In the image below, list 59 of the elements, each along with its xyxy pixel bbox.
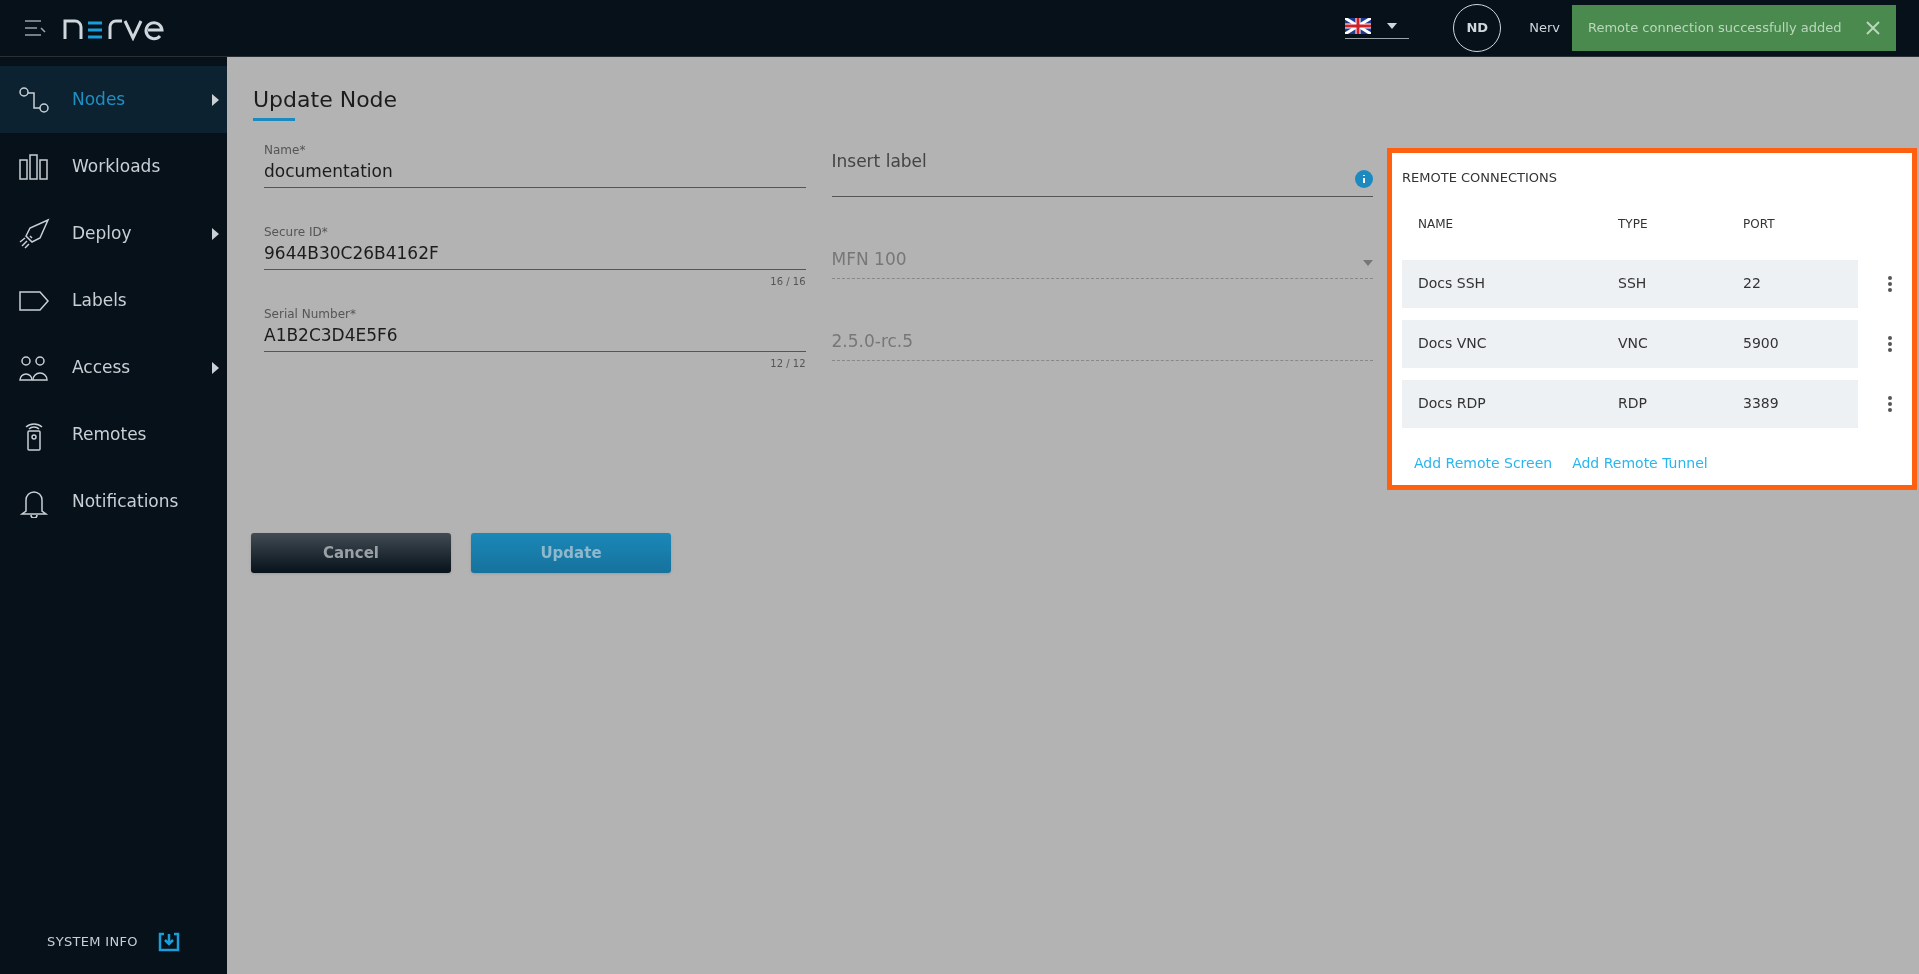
nav-label: Access bbox=[72, 355, 131, 379]
field-label: Secure ID* bbox=[264, 224, 329, 241]
table-cell-text: RDP bbox=[1618, 394, 1648, 413]
column-header: PORT bbox=[1743, 215, 1776, 233]
nav-item[interactable]: Deploy bbox=[0, 200, 227, 267]
field-value: 2.5.0-rc.5 bbox=[831, 329, 914, 353]
nav-label: Notifications bbox=[72, 489, 179, 513]
table-cell-text: 22 bbox=[1743, 274, 1762, 293]
field-value: documentation bbox=[264, 160, 394, 183]
more-icon[interactable] bbox=[1888, 275, 1892, 292]
info-icon[interactable] bbox=[1355, 170, 1373, 188]
nav-item[interactable]: Notifications bbox=[0, 468, 227, 535]
toast-message: Remote connection successfully added bbox=[1588, 19, 1842, 38]
more-icon[interactable] bbox=[1888, 335, 1892, 352]
table-cell-text: 5900 bbox=[1743, 334, 1780, 353]
field-label: Name* bbox=[264, 142, 307, 159]
nav-label: Nodes bbox=[72, 87, 126, 111]
user-name: Nerv bbox=[1529, 19, 1560, 38]
text-field[interactable]: Serial Number* A1B2C3D4E5F6 bbox=[264, 305, 806, 352]
flag-icon bbox=[1345, 17, 1372, 34]
cancel-button[interactable]: Cancel bbox=[251, 533, 451, 573]
nav-label: Workloads bbox=[72, 154, 161, 178]
nav-item[interactable]: Nodes bbox=[0, 66, 227, 133]
caret-icon bbox=[1387, 22, 1398, 29]
table-cell-text: SSH bbox=[1618, 274, 1648, 293]
field-placeholder: Insert label bbox=[831, 150, 927, 173]
table-cell-text: 3389 bbox=[1743, 394, 1780, 413]
field-value: 9644B30C26B4162F bbox=[264, 242, 440, 265]
character-counter: 16 / 16 bbox=[770, 274, 806, 289]
nav-item[interactable]: Workloads bbox=[0, 133, 227, 200]
field-label: Serial Number* bbox=[264, 306, 357, 323]
language-selector[interactable] bbox=[1345, 17, 1410, 39]
table-cell-text: VNC bbox=[1618, 334, 1649, 353]
nav-label: Remotes bbox=[72, 422, 147, 446]
panel-title: REMOTE CONNECTIONS bbox=[1402, 169, 1559, 187]
input-field[interactable]: Insert label bbox=[831, 141, 1373, 197]
caret-icon bbox=[1363, 260, 1373, 266]
download-icon[interactable] bbox=[157, 932, 180, 952]
table-cell-text: Docs RDP bbox=[1418, 394, 1487, 413]
deploy-icon bbox=[18, 217, 50, 250]
more-icon[interactable] bbox=[1888, 395, 1892, 412]
nav-item[interactable]: Access bbox=[0, 334, 227, 401]
column-header: TYPE bbox=[1618, 215, 1649, 233]
menu-icon[interactable] bbox=[24, 19, 46, 37]
nav-label: Labels bbox=[72, 288, 127, 312]
text-field[interactable]: Name* documentation bbox=[264, 141, 806, 188]
system-info-label[interactable]: SYSTEM INFO bbox=[47, 932, 138, 952]
table-cell-text: Docs SSH bbox=[1418, 274, 1487, 293]
nav-label: Deploy bbox=[72, 221, 132, 245]
close-icon[interactable] bbox=[1866, 21, 1880, 35]
nav-item[interactable]: Labels bbox=[0, 267, 227, 334]
table-cell-text: Docs VNC bbox=[1418, 334, 1488, 353]
page-title: Update Node bbox=[253, 86, 398, 114]
character-counter: 12 / 12 bbox=[770, 356, 806, 371]
nav-item[interactable]: Remotes bbox=[0, 401, 227, 468]
field-value: MFN 100 bbox=[831, 247, 907, 271]
field-value: A1B2C3D4E5F6 bbox=[264, 324, 399, 347]
column-header: NAME bbox=[1418, 215, 1455, 233]
text-field[interactable]: Secure ID* 9644B30C26B4162F bbox=[264, 223, 806, 270]
